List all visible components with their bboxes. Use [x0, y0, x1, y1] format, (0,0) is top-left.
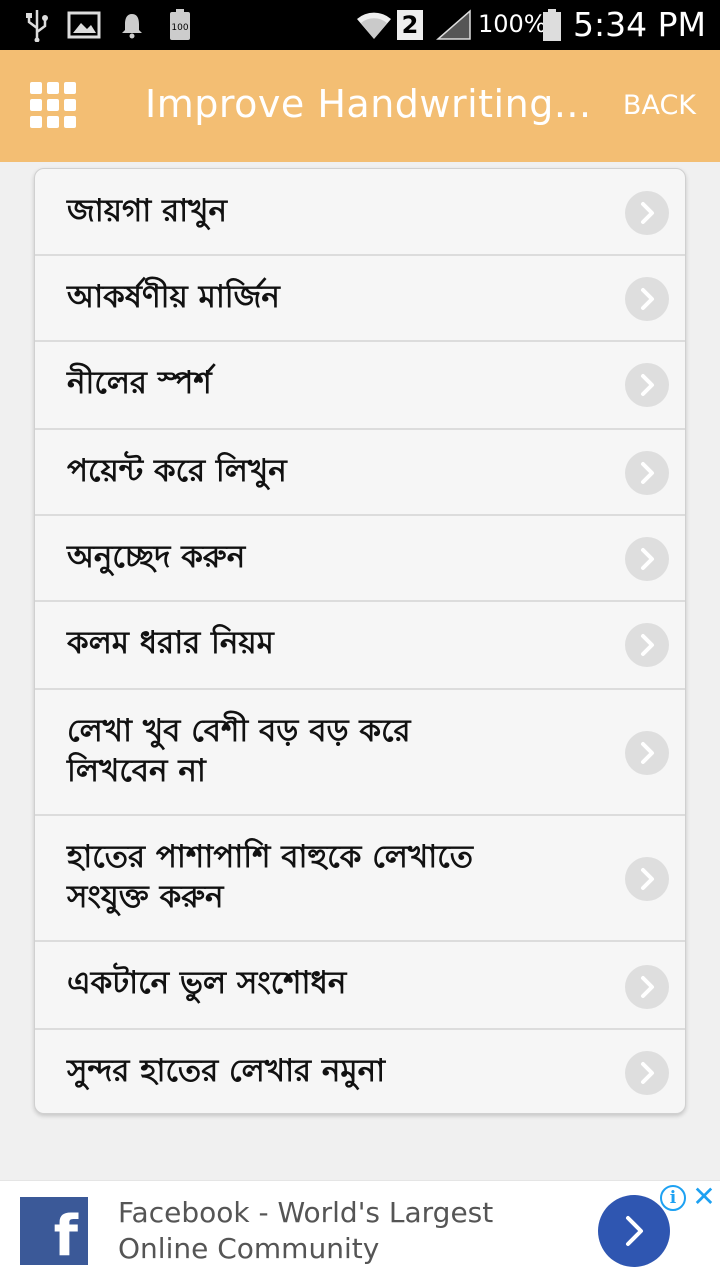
ad-info-icon[interactable]: i — [660, 1185, 686, 1211]
list-item[interactable]: আকর্ষণীয় মার্জিন — [35, 256, 685, 342]
list-item[interactable]: নীলের স্পর্শ — [35, 342, 685, 430]
wifi-icon — [354, 8, 394, 42]
sim-badge-label: 2 — [397, 10, 423, 40]
cell-signal-icon — [434, 8, 474, 42]
ad-text[interactable]: Facebook - World's Largest Online Commun… — [118, 1195, 493, 1267]
battery-percent: 100% — [478, 10, 547, 38]
list-item-label: জায়গা রাখুন — [67, 193, 227, 229]
list-item[interactable]: অনুচ্ছেদ করুন — [35, 516, 685, 602]
topics-list: জায়গা রাখুন আকর্ষণীয় মার্জিন নীলের স্প… — [34, 168, 686, 1114]
list-item[interactable]: হাতের পাশাপাশি বাহুকে লেখাতে সংযুক্ত করু… — [35, 816, 685, 942]
battery-icon — [540, 8, 564, 42]
list-item-label: একটানে ভুল সংশোধন — [67, 965, 347, 1001]
list-item[interactable]: একটানে ভুল সংশোধন — [35, 942, 685, 1030]
chevron-right-icon — [625, 537, 669, 581]
clock: 5:34 PM — [573, 5, 706, 44]
list-item[interactable]: লেখা খুব বেশী বড় বড় করে লিখবেন না — [35, 690, 685, 816]
chevron-right-icon — [625, 1051, 669, 1095]
grid-menu-icon[interactable] — [30, 82, 80, 130]
ad-open-button[interactable] — [598, 1195, 670, 1267]
back-button[interactable]: BACK — [623, 90, 696, 121]
list-item[interactable]: জায়গা রাখুন — [35, 169, 685, 256]
chevron-right-icon — [625, 623, 669, 667]
list-item-label: অনুচ্ছেদ করুন — [67, 539, 246, 575]
page-title: Improve Handwriting... — [145, 82, 592, 126]
list-item-label: কলম ধরার নিয়ম — [67, 625, 274, 661]
facebook-logo-icon: f — [20, 1197, 88, 1265]
chevron-right-icon — [625, 451, 669, 495]
list-item-label: আকর্ষণীয় মার্জিন — [67, 279, 280, 315]
list-item[interactable]: কলম ধরার নিয়ম — [35, 602, 685, 690]
list-item-label: হাতের পাশাপাশি বাহুকে লেখাতে সংযুক্ত করু… — [67, 839, 473, 915]
status-bar: 100 2 100% 5:34 PM — [0, 0, 720, 50]
ad-close-glyph: ✕ — [692, 1179, 716, 1213]
chevron-right-icon — [625, 731, 669, 775]
image-icon — [66, 8, 102, 42]
battery-saver-icon: 100 — [166, 8, 194, 42]
notification-bell-icon — [118, 8, 146, 42]
chevron-right-icon — [625, 965, 669, 1009]
ad-text-line1: Facebook - World's Largest — [118, 1196, 494, 1229]
sim-badge: 2 — [396, 8, 424, 42]
ad-info-glyph: i — [669, 1188, 677, 1208]
list-item-label: লেখা খুব বেশী বড় বড় করে লিখবেন না — [67, 713, 411, 789]
list-item[interactable]: পয়েন্ট করে লিখুন — [35, 430, 685, 516]
chevron-right-icon — [625, 363, 669, 407]
ad-close-icon[interactable]: ✕ — [690, 1179, 718, 1213]
ad-text-line2: Online Community — [118, 1232, 380, 1265]
chevron-right-icon — [625, 191, 669, 235]
svg-text:100: 100 — [171, 23, 188, 33]
ad-banner[interactable]: f Facebook - World's Largest Online Comm… — [0, 1180, 720, 1280]
list-item-label: সুন্দর হাতের লেখার নমুনা — [67, 1053, 386, 1089]
facebook-logo-letter: f — [53, 1204, 78, 1265]
chevron-right-icon — [625, 857, 669, 901]
app-bar: Improve Handwriting... BACK — [0, 50, 720, 162]
chevron-right-icon — [625, 277, 669, 321]
list-item-label: পয়েন্ট করে লিখুন — [67, 453, 287, 489]
usb-icon — [22, 8, 52, 42]
list-item[interactable]: সুন্দর হাতের লেখার নমুনা — [35, 1030, 685, 1113]
list-item-label: নীলের স্পর্শ — [67, 365, 212, 401]
